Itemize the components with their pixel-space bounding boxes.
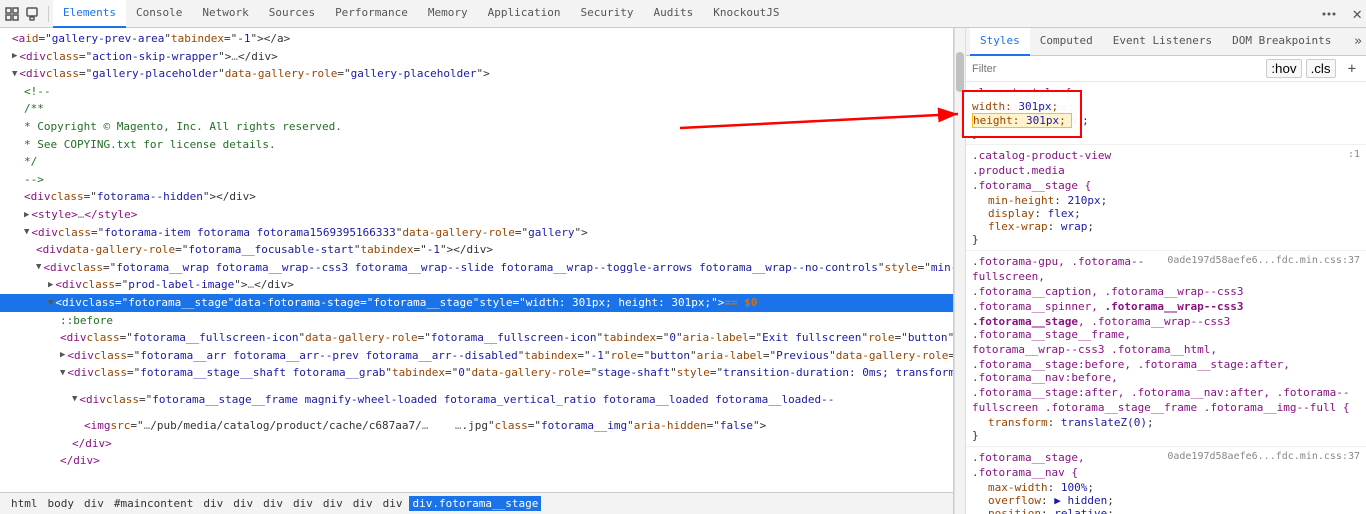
tab-audits[interactable]: Audits <box>644 0 704 28</box>
styles-tab-styles[interactable]: Styles <box>970 28 1030 56</box>
tab-memory[interactable]: Memory <box>418 0 478 28</box>
style-rule-fotorama-gpu: .fotorama-gpu, .fotorama-- 0ade197d58aef… <box>966 251 1366 447</box>
styles-tabs-more-button[interactable]: » <box>1354 34 1362 49</box>
dom-panel: <a id="gallery-prev-area" tabindex="-1">… <box>0 28 954 514</box>
styles-tab-bar: StylesComputedEvent ListenersDOM Breakpo… <box>966 28 1366 56</box>
tab-network[interactable]: Network <box>192 0 258 28</box>
breadcrumb-bar: html body div #maincontent div div div d… <box>0 492 953 514</box>
main-tab-bar: ElementsConsoleNetworkSourcesPerformance… <box>0 0 1366 28</box>
tab-sources[interactable]: Sources <box>259 0 325 28</box>
cls-button[interactable]: .cls <box>1306 59 1336 78</box>
dom-line: */ <box>0 153 953 171</box>
dom-line: ▶<div class="prod-label-image">…</div> <box>0 276 953 294</box>
inspect-icon[interactable] <box>4 6 20 22</box>
add-style-button[interactable]: + <box>1344 61 1360 77</box>
device-icon[interactable] <box>24 6 40 22</box>
tab-console[interactable]: Console <box>126 0 192 28</box>
breadcrumb-item[interactable]: div.fotorama__stage <box>409 496 541 511</box>
close-devtools-button[interactable]: ✕ <box>1352 4 1362 23</box>
dom-line: </div> <box>0 452 953 470</box>
dom-line: * Copyright © Magento, Inc. All rights r… <box>0 118 953 136</box>
devtools-window: ElementsConsoleNetworkSourcesPerformance… <box>0 0 1366 514</box>
styles-tab-dom-breakpoints[interactable]: DOM Breakpoints <box>1222 28 1341 56</box>
styles-tab-event-listeners[interactable]: Event Listeners <box>1103 28 1222 56</box>
style-rule-catalog: .catalog-product-view :1 .product.media … <box>966 145 1366 251</box>
dom-line[interactable]: ▼<div class="fotorama__stage" data-fotor… <box>0 294 953 312</box>
style-rule-element: element.style { width: 301px; height: 30… <box>966 82 1366 145</box>
breadcrumb-item[interactable]: div <box>380 496 406 511</box>
dom-line: </div> <box>0 435 953 453</box>
dom-line: <div data-gallery-role="fotorama__focusa… <box>0 241 953 259</box>
dom-line: * See COPYING.txt for license details. <box>0 136 953 154</box>
dom-line: <!-- <box>0 83 953 101</box>
tab-knockoutjs[interactable]: KnockoutJS <box>703 0 789 28</box>
breadcrumb-item[interactable]: div <box>260 496 286 511</box>
dom-line: ▼<div class="fotorama-item fotorama foto… <box>0 224 953 242</box>
dom-line: ▼<div class="fotorama__stage__shaft foto… <box>0 364 953 382</box>
dom-line: <div class="fotorama--hidden"></div> <box>0 188 953 206</box>
dom-line: ▼<div class="fotorama__wrap fotorama__wr… <box>0 259 953 277</box>
dom-line: ▼<div class="fotorama__stage__frame magn… <box>0 382 953 417</box>
breadcrumb-item[interactable]: div <box>230 496 256 511</box>
dom-line: /** <box>0 100 953 118</box>
style-rule-fotorama-nav: .fotorama__stage, 0ade197d58aefe6...fdc.… <box>966 447 1366 514</box>
dom-line: ▶<div class="fotorama__arr fotorama__arr… <box>0 347 953 365</box>
dom-line: ▶<div class="action-skip-wrapper">…</div… <box>0 48 953 66</box>
tab-application[interactable]: Application <box>478 0 571 28</box>
filter-bar: :hov .cls + <box>966 56 1366 82</box>
styles-panel: StylesComputedEvent ListenersDOM Breakpo… <box>966 28 1366 514</box>
dom-line: <a id="gallery-prev-area" tabindex="-1">… <box>0 30 953 48</box>
breadcrumb-item[interactable]: #maincontent <box>111 496 196 511</box>
tab-performance[interactable]: Performance <box>325 0 418 28</box>
filter-input[interactable] <box>972 63 1258 75</box>
breadcrumb-item[interactable]: div <box>350 496 376 511</box>
breadcrumb-item[interactable]: div <box>81 496 107 511</box>
dom-scrollbar[interactable] <box>954 28 966 514</box>
breadcrumb-item[interactable]: div <box>290 496 316 511</box>
dom-line: <img src="…/pub/media/catalog/product/ca… <box>0 417 953 435</box>
tab-security[interactable]: Security <box>571 0 644 28</box>
hov-button[interactable]: :hov <box>1266 59 1301 78</box>
tab-elements[interactable]: Elements <box>53 0 126 28</box>
dom-line: --> <box>0 171 953 189</box>
more-tabs-button[interactable] <box>1314 7 1344 21</box>
breadcrumb-item[interactable]: div <box>200 496 226 511</box>
dom-line: ▶<style>…</style> <box>0 206 953 224</box>
styles-tab-computed[interactable]: Computed <box>1030 28 1103 56</box>
dom-line: ::before <box>0 312 953 330</box>
dom-line: ▼<div class="gallery-placeholder" data-g… <box>0 65 953 83</box>
styles-content: element.style { width: 301px; height: 30… <box>966 82 1366 514</box>
breadcrumb-item[interactable]: html <box>8 496 41 511</box>
breadcrumb-item[interactable]: div <box>320 496 346 511</box>
breadcrumb-item[interactable]: body <box>45 496 78 511</box>
dom-line: <div class="fotorama__fullscreen-icon" d… <box>0 329 953 347</box>
